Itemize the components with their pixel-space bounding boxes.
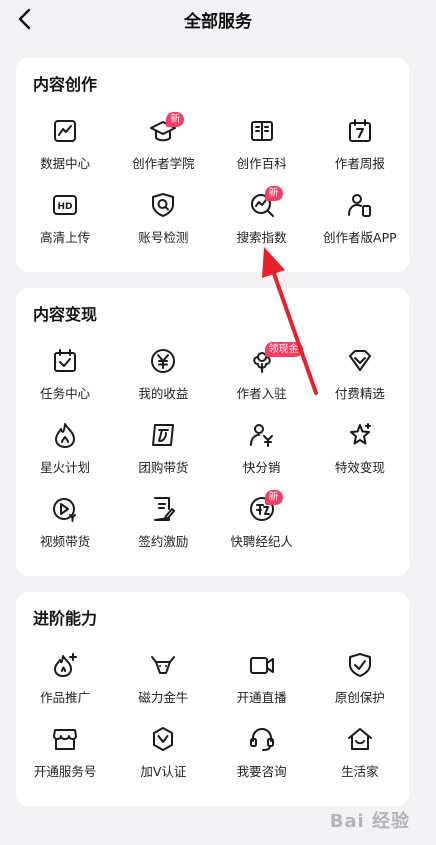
service-label: 任务中心	[40, 386, 91, 401]
service-label: 高清上传	[40, 230, 91, 245]
live-camera-icon	[247, 650, 277, 680]
service-label: 签约激励	[138, 534, 189, 549]
service-grid: 数据中心新创作者学院 创作百科 作者周报 HD 高清上传 账号检测新搜索指数 创作者版APP	[16, 112, 409, 260]
service-label: 创作者版APP	[323, 230, 397, 245]
service-label: 搜索指数	[236, 230, 287, 245]
service-item[interactable]: 原创保护	[311, 646, 409, 720]
service-label: 开通直播	[236, 690, 287, 705]
service-label: 视频带货	[40, 534, 91, 549]
watermark: Bai 经验	[329, 811, 410, 832]
section-title: 进阶能力	[33, 609, 98, 628]
chart-icon	[50, 116, 80, 146]
service-item[interactable]: 创作百科	[213, 112, 311, 186]
service-item[interactable]: 新搜索指数	[213, 186, 311, 260]
service-item[interactable]: 作者周报	[311, 112, 409, 186]
service-label: 磁力金牛	[138, 690, 189, 705]
new-badge: 新	[264, 490, 283, 505]
service-item[interactable]: 任务中心	[16, 342, 114, 416]
new-badge: 新	[166, 112, 185, 127]
service-item[interactable]: 新创作者学院	[114, 112, 212, 186]
service-item[interactable]: 作品推广	[16, 646, 114, 720]
service-label: 作者周报	[334, 156, 385, 171]
service-label: 账号检测	[138, 230, 189, 245]
section-content-creation: 内容创作 数据中心新创作者学院 创作百科 作者周报 HD 高清上传 账号检测新搜索指数 创作…	[16, 58, 409, 272]
v-badge-icon	[148, 724, 178, 754]
flame-icon	[50, 420, 80, 450]
house-smile-icon	[345, 724, 375, 754]
service-item[interactable]: 签约激励	[114, 490, 212, 564]
top-bar: 全部服务	[0, 0, 436, 40]
person-yuan-icon	[247, 420, 277, 450]
svg-text:HD: HD	[58, 202, 73, 212]
service-label: 团购带货	[138, 460, 189, 475]
page-title: 全部服务	[184, 12, 252, 32]
document-pen-icon	[148, 494, 178, 524]
calendar-7-icon	[345, 116, 375, 146]
section-title: 内容变现	[33, 305, 98, 324]
service-label: 付费精选	[334, 386, 385, 401]
service-item[interactable]: 星火计划	[16, 416, 114, 490]
service-grid: 任务中心 我的收益 领现金 作者入驻 付费精选 星火计划 团购带货 快分销 特效变现 视频带货 签约…	[16, 342, 409, 564]
person-phone-icon	[345, 190, 375, 220]
service-item[interactable]: 数据中心	[16, 112, 114, 186]
service-item[interactable]: 视频带货	[16, 490, 114, 564]
service-item[interactable]: 开通服务号	[16, 720, 114, 794]
service-item[interactable]: 磁力金牛	[114, 646, 212, 720]
service-label: 加V认证	[140, 764, 187, 779]
service-label: 数据中心	[40, 156, 91, 171]
shield-search-icon	[148, 190, 178, 220]
service-label: 特效变现	[334, 460, 385, 475]
diamond-icon	[345, 346, 375, 376]
service-item[interactable]: 创作者版APP	[311, 186, 409, 260]
service-item[interactable]: 特效变现	[311, 416, 409, 490]
new-badge: 新	[264, 186, 283, 201]
section-title: 内容创作	[33, 75, 98, 94]
service-item[interactable]: 新快聘经纪人	[213, 490, 311, 564]
yuan-coin-icon	[148, 346, 178, 376]
service-item[interactable]: 快分销	[213, 416, 311, 490]
service-item[interactable]: 账号检测	[114, 186, 212, 260]
service-label: 作品推广	[40, 690, 91, 705]
service-label: 我要咨询	[236, 764, 287, 779]
service-label: 星火计划	[40, 460, 91, 475]
fire-plus-icon	[50, 650, 80, 680]
service-item[interactable]: 我的收益	[114, 342, 212, 416]
headset-icon	[247, 724, 277, 754]
service-grid: 作品推广 磁力金牛 开通直播 原创保护开通服务号 加V认证 我要咨询 生活家	[16, 646, 409, 794]
group-buy-icon	[148, 420, 178, 450]
bull-icon	[148, 650, 178, 680]
service-label: 创作者学院	[132, 156, 195, 171]
new-badge: 领现金	[264, 342, 303, 357]
open-book-icon	[247, 116, 277, 146]
service-label: 我的收益	[138, 386, 189, 401]
service-label: 开通服务号	[33, 764, 97, 779]
shield-check-icon	[345, 650, 375, 680]
service-label: 作者入驻	[236, 386, 287, 401]
service-item[interactable]: 开通直播	[213, 646, 311, 720]
video-yuan-icon	[50, 494, 80, 524]
service-item[interactable]: 我要咨询	[213, 720, 311, 794]
service-label: 原创保护	[334, 690, 385, 705]
service-item[interactable]: 生活家	[311, 720, 409, 794]
hd-icon: HD	[50, 190, 80, 220]
service-item[interactable]: 加V认证	[114, 720, 212, 794]
service-item[interactable]: 领现金作者入驻	[213, 342, 311, 416]
task-calendar-icon	[50, 346, 80, 376]
shop-icon	[50, 724, 80, 754]
service-label: 快分销	[242, 460, 281, 475]
section-advanced: 进阶能力 作品推广 磁力金牛 开通直播 原创保护开通服务号 加V认证 我要咨询 生活家	[16, 592, 409, 806]
section-monetization: 内容变现 任务中心 我的收益 领现金 作者入驻 付费精选 星火计划 团购带货 快分销 特效变现视…	[16, 288, 409, 576]
service-item[interactable]: 付费精选	[311, 342, 409, 416]
sparkle-star-icon	[345, 420, 375, 450]
service-label: 生活家	[341, 764, 379, 779]
service-label: 创作百科	[236, 156, 287, 171]
service-label: 快聘经纪人	[230, 534, 293, 549]
service-item[interactable]: 团购带货	[114, 416, 212, 490]
service-item[interactable]: HD 高清上传	[16, 186, 114, 260]
